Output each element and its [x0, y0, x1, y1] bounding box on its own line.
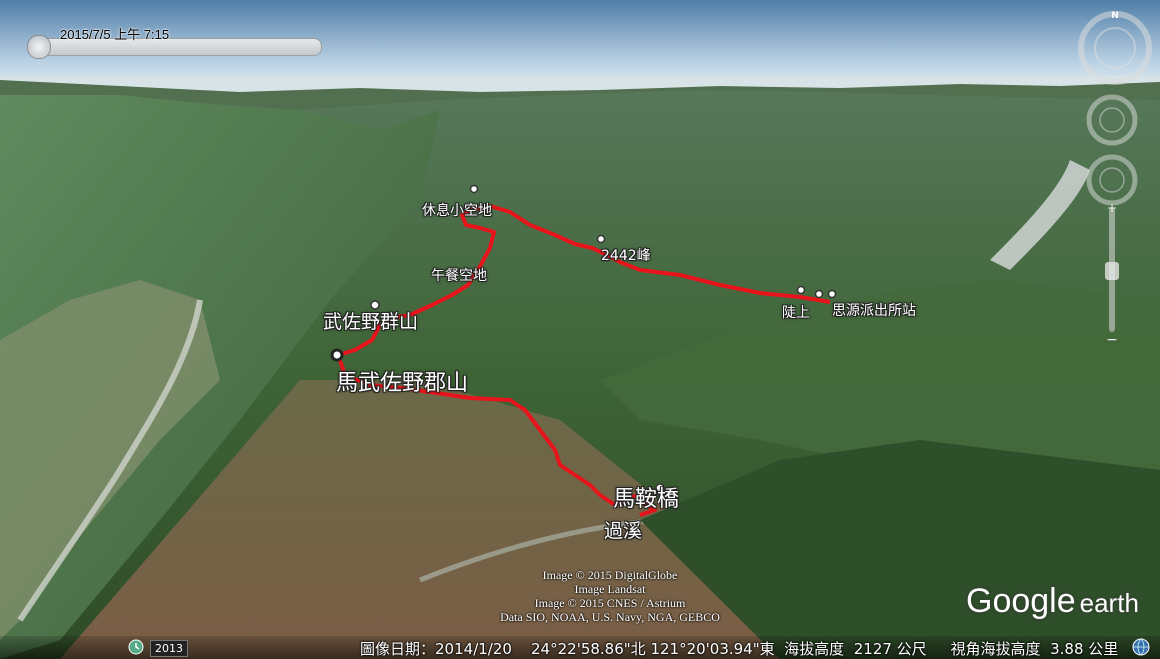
imagery-year-badge: 2013 [150, 640, 188, 657]
label-lunch-area[interactable]: 午餐空地 [431, 265, 487, 285]
time-slider-handle[interactable] [27, 35, 51, 59]
logo-earth: earth [1079, 588, 1139, 618]
credit-line: Image © 2015 CNES / Astrium [534, 596, 686, 610]
status-lon: 121°20'03.94"東 [650, 640, 775, 658]
status-elev-label: 海拔高度 [784, 640, 845, 658]
label-mawusa-peak[interactable]: 馬武佐野郡山 [336, 365, 468, 397]
label-bridge[interactable]: 馬鞍橋 [613, 481, 679, 513]
status-date-label: 圖像日期： [360, 640, 436, 658]
label-cross-stream[interactable]: 過溪 [604, 516, 642, 543]
status-eye-label: 視角海拔高度 [950, 640, 1041, 658]
google-earth-logo: Google earth [966, 582, 1139, 621]
streaming-globe-icon [1132, 638, 1150, 656]
compass-ring[interactable] [1078, 11, 1152, 85]
logo-google: Google [966, 582, 1076, 620]
label-climb-up[interactable]: 陡上 [782, 302, 810, 322]
credit-line: Image © 2015 DigitalGlobe [542, 568, 678, 582]
waypoint-marker[interactable] [814, 289, 824, 299]
zoom-slider[interactable]: + − [1105, 201, 1119, 348]
look-joystick[interactable] [1086, 94, 1138, 146]
credit-line: Image Landsat [574, 582, 646, 596]
waypoint-marker[interactable] [827, 289, 837, 299]
compass-north-label: N [1111, 11, 1119, 21]
status-lat: 24°22'58.86"北 [531, 640, 646, 658]
status-eye: 3.88 公里 [1050, 640, 1119, 658]
waypoint-marker[interactable] [469, 184, 479, 194]
zoom-in-icon[interactable]: + [1107, 201, 1117, 215]
status-date: 2014/1/20 [435, 640, 512, 658]
historical-imagery-icon[interactable] [128, 639, 144, 655]
status-elev: 2127 公尺 [853, 640, 927, 658]
waypoint-marker-selected[interactable] [330, 348, 344, 362]
label-peak-2442[interactable]: 2442峰 [601, 245, 651, 265]
label-rest-area[interactable]: 休息小空地 [422, 200, 492, 220]
label-siyuan-station[interactable]: 思源派出所站 [832, 300, 916, 320]
timestamp: 2015/7/5 上午 7:15 [60, 27, 170, 42]
terrain-view[interactable] [0, 0, 1160, 659]
zoom-handle[interactable] [1105, 262, 1119, 280]
imagery-credits: Image © 2015 DigitalGlobe Image Landsat … [440, 568, 780, 624]
waypoint-marker[interactable] [596, 234, 606, 244]
status-readout: 圖像日期：2014/1/20 24°22'58.86"北 121°20'03.9… [360, 638, 1118, 659]
waypoint-marker[interactable] [796, 285, 806, 295]
label-wusa-peak[interactable]: 武佐野群山 [323, 307, 418, 334]
zoom-out-icon[interactable]: − [1106, 332, 1118, 348]
credit-line: Data SIO, NOAA, U.S. Navy, NGA, GEBCO [500, 610, 720, 624]
move-joystick[interactable] [1086, 154, 1138, 206]
navigation-controls[interactable]: N + − [1070, 0, 1160, 360]
